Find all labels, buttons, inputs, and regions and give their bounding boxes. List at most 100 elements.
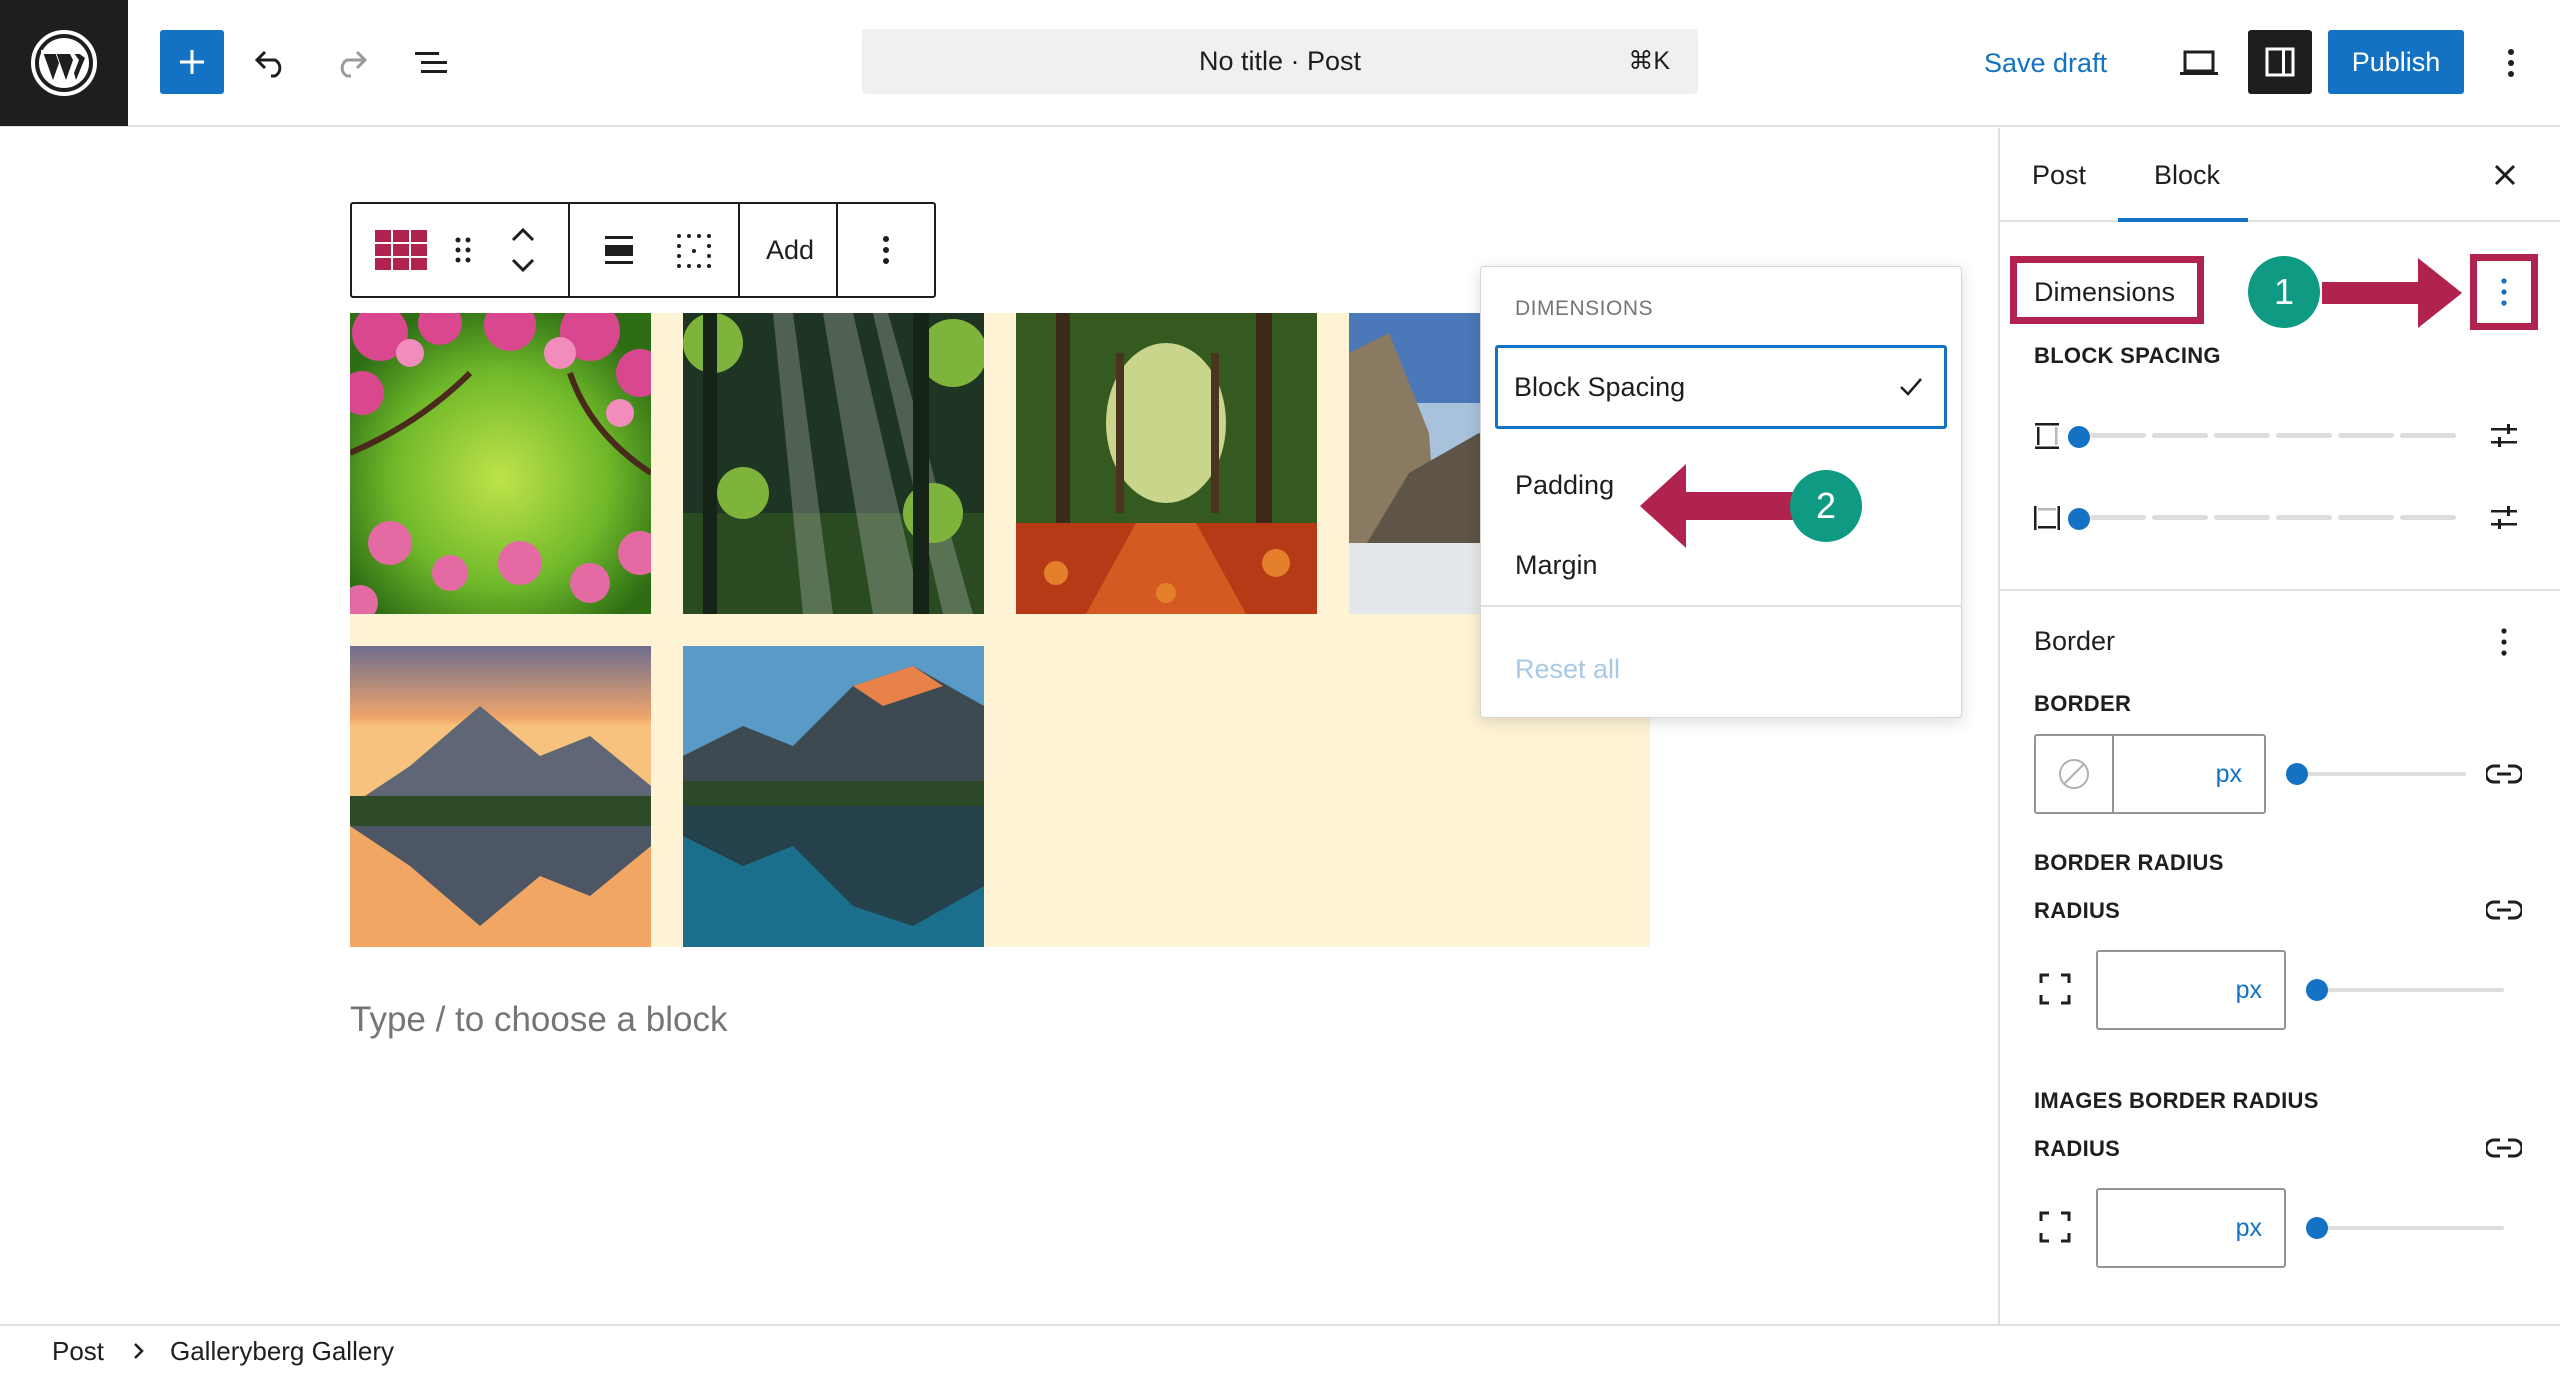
border-label: BORDER [2034,691,2132,716]
panel-divider [2000,589,2560,591]
menu-item-label: Block Spacing [1514,372,1686,402]
unlink-radius-button[interactable] [2484,892,2524,928]
dimensions-options-button[interactable] [2484,268,2524,316]
gallery-image[interactable] [683,313,984,614]
close-sidebar-button[interactable] [2480,150,2530,200]
block-spacing-label: BLOCK SPACING [2034,343,2221,368]
images-radius-label: RADIUS [2034,1136,2121,1161]
settings-sliders-icon [2491,506,2517,529]
gallery-image[interactable] [683,646,984,947]
border-radius-slider[interactable] [2306,979,2504,1001]
all-corners-icon [2036,970,2074,1008]
block-appender-placeholder[interactable]: Type / to choose a block [350,1000,727,1040]
move-up-icon[interactable] [510,227,536,243]
align-icon[interactable] [582,204,656,296]
redo-button[interactable] [326,38,376,88]
border-radius-field[interactable]: px [2096,950,2286,1030]
breadcrumb-current[interactable]: Galleryberg Gallery [170,1326,394,1374]
gallery-image[interactable] [350,313,651,614]
reset-all-button[interactable]: Reset all [1515,645,1620,693]
command-shortcut: ⌘K [1628,47,1670,75]
plus-icon [180,50,204,74]
redo-icon [340,50,368,78]
tab-post[interactable]: Post [2032,128,2086,222]
border-width-slider[interactable] [2286,763,2466,785]
no-color-icon [2059,759,2089,789]
wordpress-logo-icon[interactable] [0,0,128,126]
move-down-icon[interactable] [510,257,536,273]
custom-value-toggle[interactable] [2484,418,2524,454]
annotation-step-2: 2 [1790,470,1862,542]
preview-button[interactable] [2172,36,2226,90]
options-menu-button[interactable] [2484,36,2538,90]
unlink-sides-button[interactable] [2484,756,2524,792]
slider-thumb[interactable] [2286,763,2308,785]
document-overview-button[interactable] [406,38,456,88]
list-view-icon [415,52,447,73]
link-icon [2486,1138,2522,1158]
command-palette-bar[interactable]: No title · Post ⌘K [862,29,1698,94]
breadcrumb-root[interactable]: Post [52,1326,104,1374]
block-toolbar-group-more [838,204,934,296]
move-block-controls [488,204,558,296]
images-border-radius-slider[interactable] [2306,1217,2504,1239]
publish-button[interactable]: Publish [2328,30,2464,94]
block-toolbar-group-layout [570,204,740,296]
custom-value-toggle[interactable] [2484,500,2524,536]
gallery-image[interactable] [350,646,651,947]
radius-label: RADIUS [2034,898,2121,923]
block-toolbar: Add [350,202,936,298]
add-image-button[interactable]: Add [740,235,840,266]
vertical-ellipsis-icon [2508,49,2514,77]
drag-handle-icon[interactable] [438,204,488,296]
vertical-ellipsis-icon [2501,278,2507,306]
unit-label: px [2215,759,2242,788]
chevron-right-icon [134,1343,144,1359]
annotation-arrow-right [2322,258,2462,328]
document-title[interactable]: No title · Post [862,29,1698,94]
check-icon [1900,378,1922,396]
unlink-images-radius-button[interactable] [2484,1130,2524,1166]
menu-item-margin[interactable]: Margin [1515,531,1598,599]
gallery-image[interactable] [1016,313,1317,614]
grid-icon[interactable] [656,204,730,296]
images-border-radius-field[interactable]: px [2096,1188,2286,1268]
slider-thumb[interactable] [2306,1217,2328,1239]
border-options-button[interactable] [2484,620,2524,664]
vertical-ellipsis-icon [2501,628,2507,656]
dimensions-panel-title: Dimensions [2034,277,2176,307]
vertical-spacing-slider[interactable] [2068,426,2464,448]
border-width-field[interactable]: px [2034,734,2266,814]
menu-divider [1481,605,1961,607]
editor-header: No title · Post ⌘K Save draft Publish [0,0,2560,127]
menu-item-padding[interactable]: Padding [1515,451,1614,519]
gallery-block-icon[interactable] [364,204,438,296]
editor-window: No title · Post ⌘K Save draft Publish Ad… [0,0,2560,1374]
settings-sidebar-toggle[interactable] [2248,30,2312,94]
save-draft-button[interactable]: Save draft [1984,36,2107,90]
settings-sliders-icon [2491,424,2517,447]
horizontal-spacing-slider[interactable] [2068,508,2464,530]
unit-label: px [2235,1213,2262,1242]
undo-button[interactable] [246,38,296,88]
link-icon [2486,764,2522,784]
annotation-step-1: 1 [2248,256,2320,328]
more-options-icon[interactable] [881,234,891,266]
slider-thumb[interactable] [2068,426,2090,448]
border-panel-title: Border [2034,626,2116,656]
tab-block[interactable]: Block [2122,128,2252,222]
settings-sidebar: Post Block Dimensions 1 BLOCK SPACING Bo… [1998,128,2560,1324]
gallery-block[interactable] [350,313,1650,947]
block-inserter-button[interactable] [160,30,224,94]
slider-thumb[interactable] [2068,508,2090,530]
all-corners-icon [2036,1208,2074,1246]
border-color-picker[interactable] [2036,736,2114,812]
close-icon [2494,164,2516,186]
images-border-radius-label: IMAGES BORDER RADIUS [2034,1088,2319,1113]
sidebar-tabs: Post Block [2000,128,2560,222]
active-tab-indicator [2118,218,2248,222]
unit-label: px [2235,975,2262,1004]
slider-thumb[interactable] [2306,979,2328,1001]
menu-item-block-spacing[interactable]: Block Spacing [1495,345,1947,429]
sidebar-icon [2265,47,2295,77]
